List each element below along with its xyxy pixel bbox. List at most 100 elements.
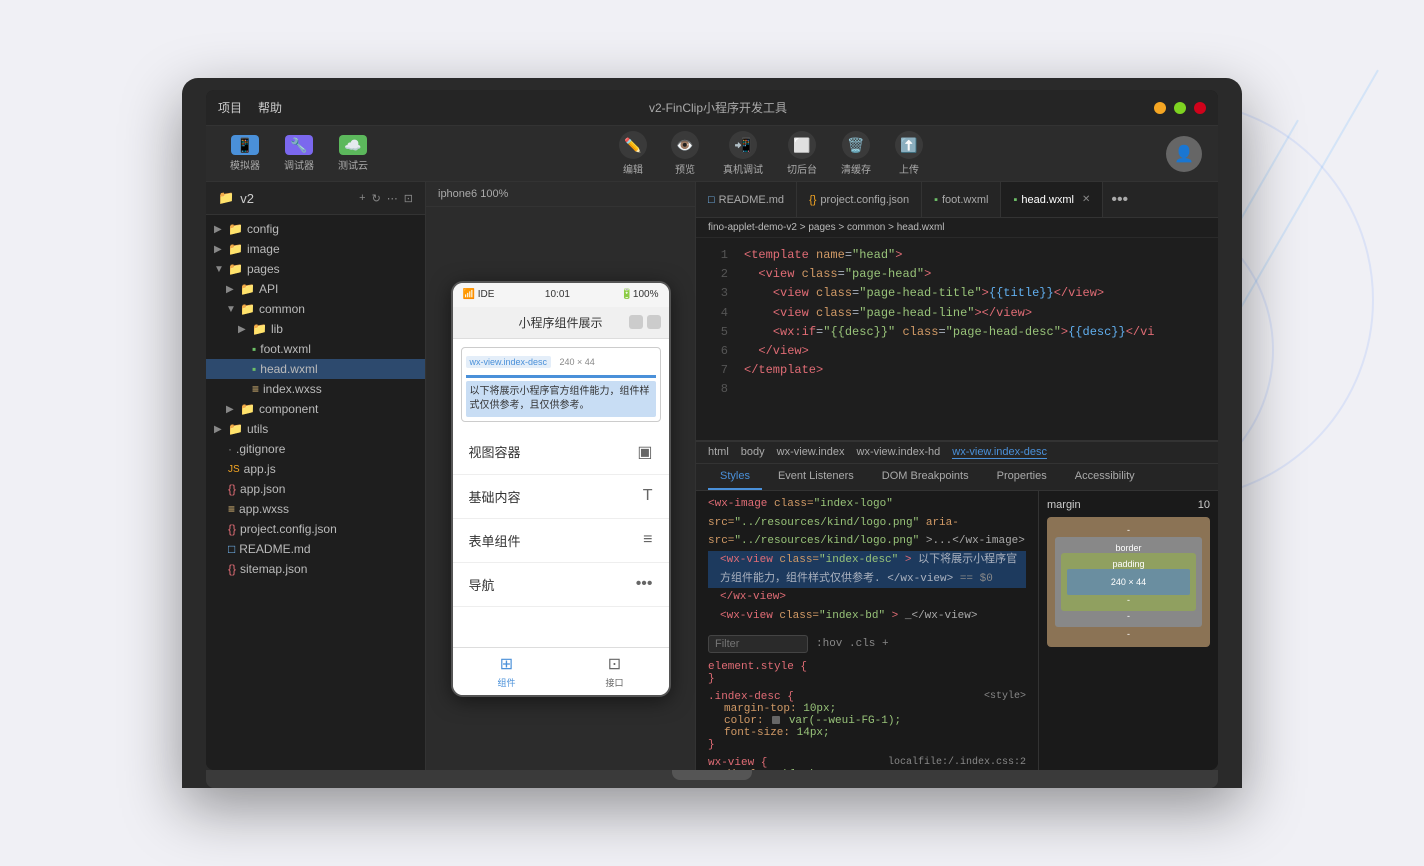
tree-item-pages[interactable]: ▼ 📁 pages [206,259,425,279]
tree-item-utils[interactable]: ▶ 📁 utils [206,419,425,439]
tree-item-image[interactable]: ▶ 📁 image [206,239,425,259]
dt-tab-styles[interactable]: Styles [708,464,762,490]
code-line-2: 2 <view class="page-head"> [696,265,1218,284]
dt-tab-properties[interactable]: Properties [985,464,1059,490]
phone-nav-components[interactable]: ⊞ 组件 [453,648,561,695]
tree-item-config[interactable]: ▶ 📁 config [206,219,425,239]
styles-filter-hints: :hov .cls + [816,638,889,650]
dh-val-class: "index-logo" [814,498,893,510]
avatar[interactable]: 👤 [1166,136,1202,172]
action-device-debug[interactable]: 📲 真机调试 [723,131,763,176]
toolbar-simulator-btn[interactable]: 📱 模拟器 [222,131,268,176]
phone-title-dots [629,315,661,329]
tab-readme-icon: □ [708,194,715,206]
tree-item-app-wxss[interactable]: ▶ ≡ app.wxss [206,499,425,519]
toolbar-testcloud-btn[interactable]: ☁️ 测试云 [330,131,376,176]
editor-panel: □ README.md {} project.config.json ▪ foo… [696,182,1218,770]
sidebar-refresh-icon[interactable]: ↻ [372,192,381,205]
tree-item-index-wxss[interactable]: ▶ ≡ index.wxss [206,379,425,399]
dh-val-src: "../resources/kind/logo.png" [734,517,919,529]
project-root-label: v2 [240,191,254,206]
sidebar-collapse-icon[interactable]: ⋯ [387,192,398,205]
phone-frame: 📶 IDE 10:01 🔋100% 小程序组件展示 [451,281,671,697]
phone-section-basic-title: 基础内容 [469,487,521,506]
phone-desc-block: wx-view.index-desc 240 × 44 以下将展示小程序官方组件… [461,347,661,422]
phone-nav-api[interactable]: ⊡ 接口 [561,648,669,695]
dh-attr-src: src= [708,517,734,529]
dt-tab-event-listeners[interactable]: Event Listeners [766,464,866,490]
dt-tab-dom-breakpoints[interactable]: DOM Breakpoints [870,464,981,490]
tree-item-common[interactable]: ▼ 📁 common [206,299,425,319]
action-background[interactable]: ⬜ 切后台 [787,131,817,176]
box-model-value: 10 [1198,499,1210,511]
dt-tab-accessibility[interactable]: Accessibility [1063,464,1147,490]
box-border-bottom: - [1061,611,1196,621]
toolbar: 📱 模拟器 🔧 调试器 ☁️ 测试云 ✏️ 编辑 [206,126,1218,182]
action-upload[interactable]: ⬆️ 上传 [895,131,923,176]
styles-filter: :hov .cls + [708,635,1026,653]
box-model-title: margin [1047,499,1081,511]
phone-section-views-title: 视图容器 [469,442,521,461]
tree-item-gitignore[interactable]: ▶ · .gitignore [206,439,425,459]
tab-head-wxml-close[interactable]: ✕ [1082,194,1090,205]
tab-foot-wxml[interactable]: ▪ foot.wxml [922,182,1001,217]
device-debug-label: 真机调试 [723,161,763,176]
file-icon-app-wxss: ≡ [228,502,235,516]
tree-item-app-json[interactable]: ▶ {} app.json [206,479,425,499]
action-edit[interactable]: ✏️ 编辑 [619,131,647,176]
code-line-6: 6 </view> [696,342,1218,361]
menu-project[interactable]: 项目 [218,99,242,116]
sidebar-add-icon[interactable]: + [359,192,365,205]
phone-content: wx-view.index-desc 240 × 44 以下将展示小程序官方组件… [453,347,669,647]
tab-more[interactable]: ••• [1103,191,1136,209]
box-padding: padding 240 × 44 - [1061,553,1196,611]
dt-node-index-desc[interactable]: wx-view.index-desc [952,446,1047,459]
tree-item-component[interactable]: ▶ 📁 component [206,399,425,419]
tree-item-lib[interactable]: ▶ 📁 lib [206,319,425,339]
phone-section-views: 视图容器 ▣ [453,430,669,475]
maximize-button[interactable] [1174,102,1186,114]
tree-item-api[interactable]: ▶ 📁 API [206,279,425,299]
menu-help[interactable]: 帮助 [258,99,282,116]
styles-filter-input[interactable] [708,635,808,653]
tree-item-sitemap[interactable]: ▶ {} sitemap.json [206,559,425,579]
tab-readme[interactable]: □ README.md [696,182,797,217]
tab-project-config[interactable]: {} project.config.json [797,182,922,217]
phone-nav-api-icon: ⊡ [608,654,621,674]
dt-node-html[interactable]: html [708,446,729,459]
line-num-8: 8 [704,380,728,399]
dh-ellipsis-1: >...</wx-image> [926,535,1025,547]
code-lines: 1 <template name="head"> 2 <view class="… [696,238,1218,440]
folder-icon: 📁 [218,190,234,206]
tree-item-head-wxml[interactable]: ▶ ▪ head.wxml [206,359,425,379]
tree-item-app-js[interactable]: ▶ JS app.js [206,459,425,479]
file-icon-head-wxml: ▪ [252,362,256,376]
simulator-icon: 📱 [231,135,259,155]
minimize-button[interactable] [1154,102,1166,114]
tab-head-wxml[interactable]: ▪ head.wxml ✕ [1001,182,1103,217]
tree-label-common: common [259,302,305,316]
sidebar-menu-icon[interactable]: ⊡ [404,192,413,205]
style-rule-element: element.style { } [708,661,1026,685]
toolbar-debugger-btn[interactable]: 🔧 调试器 [276,131,322,176]
line-num-2: 2 [704,265,728,284]
tree-item-foot-wxml[interactable]: ▶ ▪ foot.wxml [206,339,425,359]
edit-icon: ✏️ [619,131,647,159]
dt-node-index[interactable]: wx-view.index [777,446,845,459]
dt-node-index-hd[interactable]: wx-view.index-hd [857,446,941,459]
file-icon-app-json: {} [228,482,236,496]
file-icon-index-wxss: ≡ [252,382,259,396]
tree-item-project-config[interactable]: ▶ {} project.config.json [206,519,425,539]
dt-node-body[interactable]: body [741,446,765,459]
folder-icon-utils: 📁 [228,422,243,436]
tab-foot-wxml-icon: ▪ [934,194,938,206]
styles-panel: :hov .cls + element.style { } .index-des… [696,627,1038,771]
box-model-panel: margin 10 - [1038,491,1218,770]
tree-item-readme[interactable]: ▶ □ README.md [206,539,425,559]
action-clear-cache[interactable]: 🗑️ 清缓存 [841,131,871,176]
box-padding-bottom: - [1067,595,1190,605]
action-preview[interactable]: 👁️ 预览 [671,131,699,176]
style-rule-index-desc: .index-desc { <style> margin-top: 10px; [708,691,1026,751]
close-button[interactable] [1194,102,1206,114]
tab-readme-label: README.md [719,194,784,206]
